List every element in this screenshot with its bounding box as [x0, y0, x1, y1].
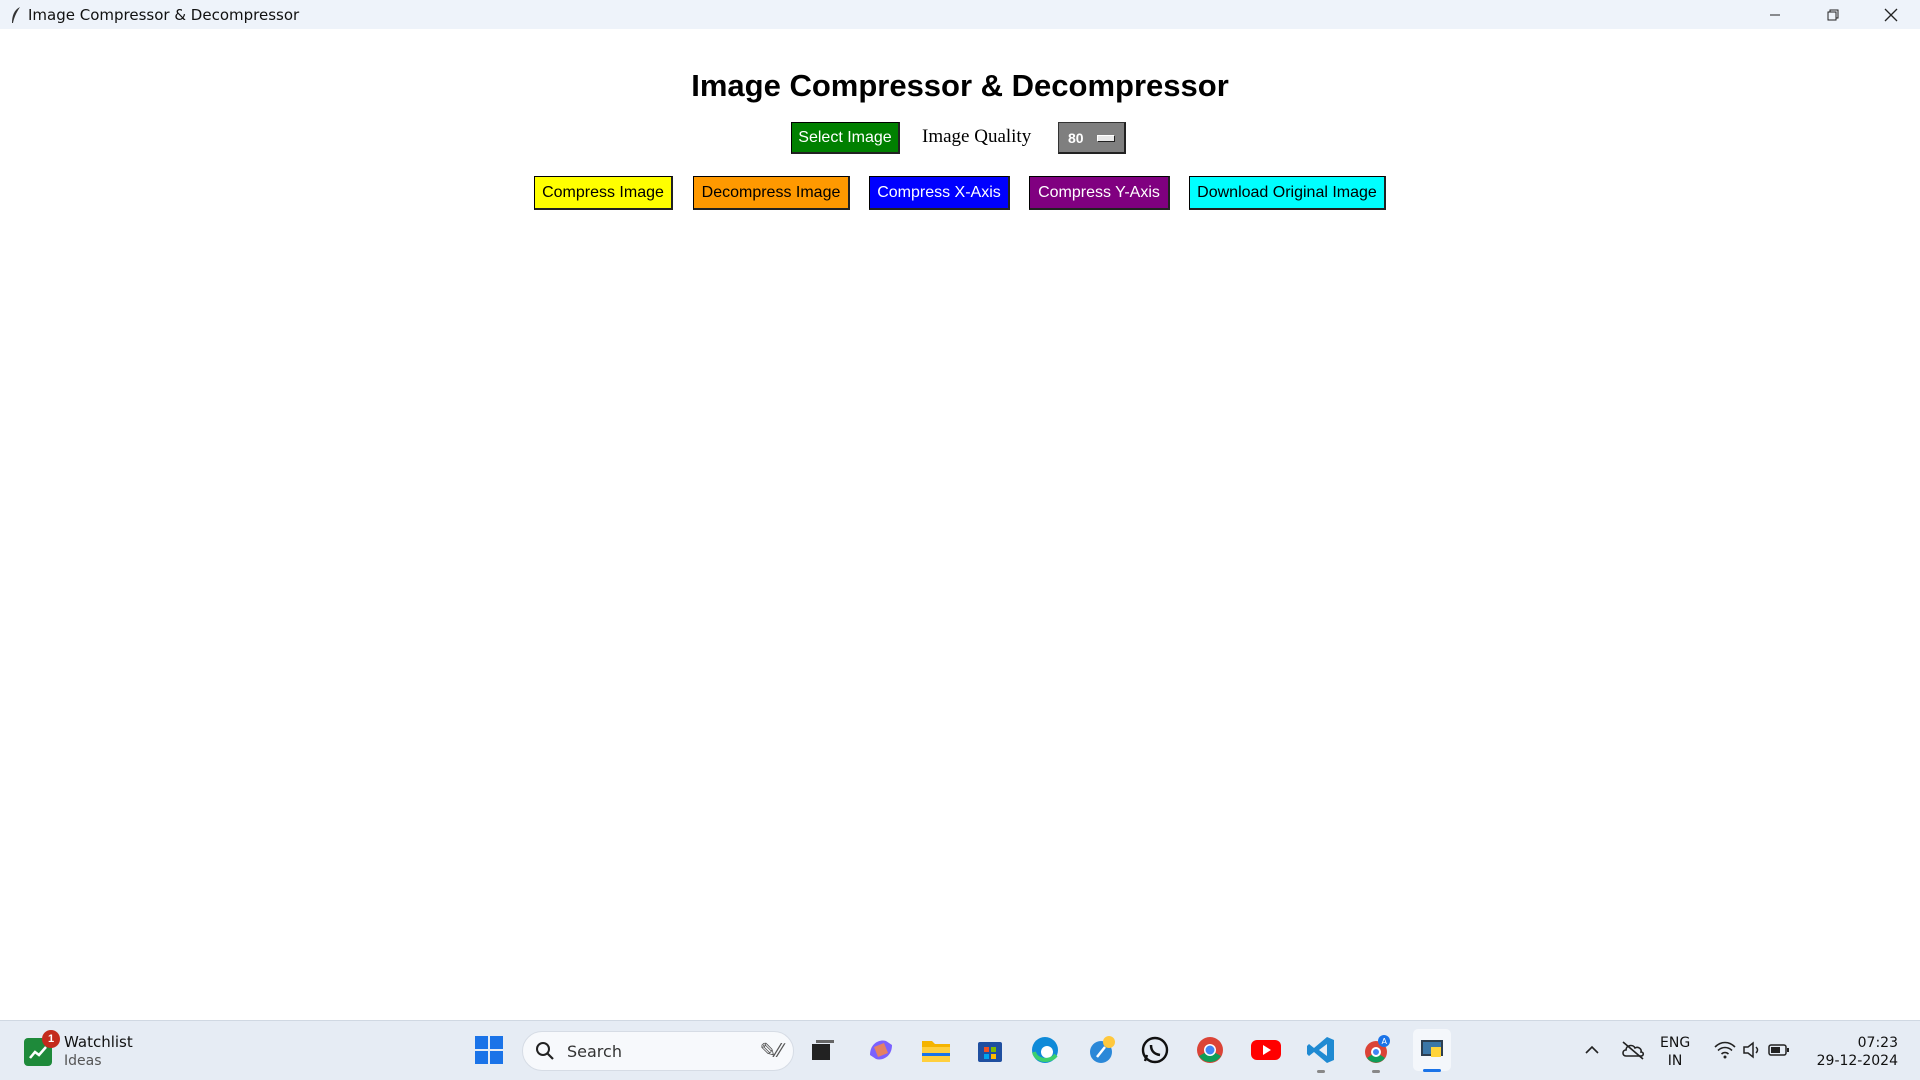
- youtube-icon: [1251, 1040, 1281, 1060]
- taskbar-app-phone[interactable]: [1085, 1033, 1119, 1067]
- vscode-icon: [1307, 1037, 1334, 1063]
- quick-settings[interactable]: [1712, 1033, 1792, 1067]
- search-placeholder: Search: [567, 1041, 622, 1061]
- taskbar: 1 Watchlist Ideas Search ✎⁄∕ A ENG IN 07…: [0, 1020, 1920, 1080]
- close-button[interactable]: [1862, 0, 1920, 29]
- app-content: Image Compressor & Decompressor Select I…: [0, 29, 1920, 1020]
- minimize-button[interactable]: [1746, 0, 1804, 29]
- option-menu-indicator-icon: [1097, 135, 1115, 142]
- chrome-icon: [1197, 1037, 1223, 1063]
- region-code: IN: [1667, 1053, 1683, 1069]
- battery-icon: [1768, 1044, 1789, 1056]
- folder-icon: [922, 1041, 950, 1062]
- clock[interactable]: 07:23 29-12-2024: [1817, 1034, 1898, 1070]
- language-code: ENG: [1660, 1035, 1691, 1051]
- decompress-image-button[interactable]: Decompress Image: [693, 176, 850, 210]
- windows-icon: [475, 1036, 503, 1064]
- window-titlebar: Image Compressor & Decompressor: [0, 0, 1920, 29]
- cloud-off-icon: [1622, 1041, 1645, 1060]
- image-quality-label: Image Quality: [922, 126, 1032, 147]
- chevron-up-icon: [1585, 1045, 1599, 1054]
- svg-text:A: A: [1382, 1037, 1388, 1046]
- taskbar-python-tk[interactable]: [1413, 1029, 1451, 1072]
- show-hidden-icons-button[interactable]: [1576, 1033, 1608, 1067]
- taskbar-file-explorer[interactable]: [919, 1033, 953, 1067]
- compress-image-button[interactable]: Compress Image: [534, 176, 673, 210]
- select-image-button[interactable]: Select Image: [791, 122, 900, 154]
- image-quality-value: 80: [1068, 129, 1084, 146]
- close-icon: [1884, 8, 1898, 21]
- taskbar-youtube[interactable]: [1249, 1033, 1283, 1067]
- chrome-profile-icon: A: [1365, 1035, 1390, 1063]
- taskbar-edge[interactable]: [1028, 1033, 1062, 1067]
- taskbar-vscode[interactable]: [1304, 1033, 1338, 1073]
- language-indicator[interactable]: ENG IN: [1660, 1034, 1690, 1070]
- controls-row: Select Image Image Quality 80: [0, 122, 1920, 154]
- compress-y-axis-button[interactable]: Compress Y-Axis: [1029, 176, 1170, 210]
- onedrive-tray[interactable]: [1616, 1033, 1650, 1067]
- restore-icon: [1827, 9, 1839, 20]
- start-button[interactable]: [472, 1033, 506, 1067]
- restore-button[interactable]: [1804, 0, 1862, 29]
- edge-icon: [1032, 1037, 1058, 1063]
- window-title: Image Compressor & Decompressor: [28, 5, 300, 24]
- taskbar-copilot[interactable]: [864, 1033, 898, 1067]
- widgets-button[interactable]: 1 Watchlist Ideas: [24, 1030, 133, 1071]
- taskbar-task-view[interactable]: [806, 1033, 840, 1067]
- widget-subtitle: Ideas: [64, 1053, 102, 1069]
- taskbar-store[interactable]: [973, 1033, 1007, 1067]
- clock-date: 29-12-2024: [1816, 1053, 1898, 1069]
- download-original-image-button[interactable]: Download Original Image: [1189, 176, 1386, 210]
- compress-x-axis-button[interactable]: Compress X-Axis: [869, 176, 1010, 210]
- phone-link-icon: [1090, 1036, 1115, 1063]
- taskbar-chrome[interactable]: [1193, 1033, 1227, 1067]
- whatsapp-icon: [1141, 1036, 1169, 1064]
- widget-title: Watchlist: [64, 1033, 133, 1051]
- volume-icon: [1743, 1041, 1759, 1059]
- stocks-icon: 1: [24, 1030, 60, 1066]
- image-quality-selector[interactable]: 80: [1058, 122, 1126, 154]
- task-view-icon: [812, 1040, 834, 1060]
- store-icon: [978, 1042, 1002, 1062]
- python-icon: [1421, 1040, 1443, 1057]
- search-icon: [536, 1042, 554, 1060]
- clock-time: 07:23: [1857, 1035, 1898, 1051]
- minimize-icon: [1770, 14, 1780, 15]
- taskbar-whatsapp[interactable]: [1138, 1033, 1172, 1067]
- search-highlight-icon: ✎⁄∕: [759, 1040, 783, 1062]
- notification-badge: 1: [42, 1030, 60, 1048]
- taskbar-search[interactable]: Search ✎⁄∕: [522, 1031, 794, 1071]
- actions-row: Compress Image Decompress Image Compress…: [0, 176, 1920, 210]
- page-title: Image Compressor & Decompressor: [691, 68, 1229, 103]
- feather-icon: [6, 5, 26, 25]
- wifi-icon: [1714, 1041, 1736, 1059]
- window-controls: [1746, 0, 1920, 29]
- copilot-icon: [870, 1040, 892, 1060]
- taskbar-chrome-profile[interactable]: A: [1359, 1033, 1393, 1073]
